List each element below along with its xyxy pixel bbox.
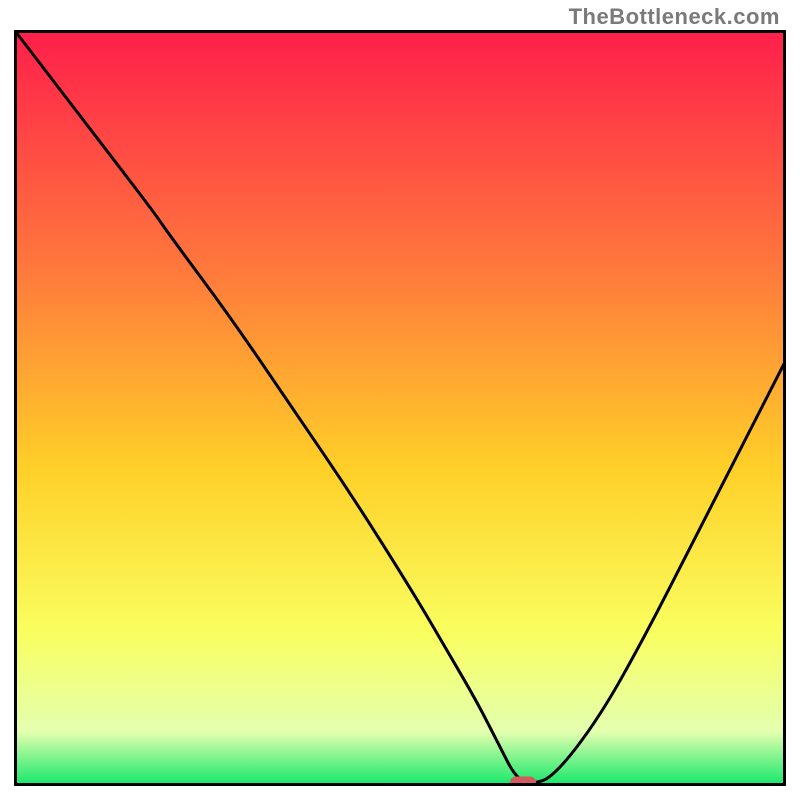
plot-area xyxy=(14,30,786,786)
chart-svg xyxy=(14,30,786,786)
watermark-text: TheBottleneck.com xyxy=(569,4,780,30)
gradient-background xyxy=(16,32,785,785)
chart-canvas: TheBottleneck.com xyxy=(0,0,800,800)
